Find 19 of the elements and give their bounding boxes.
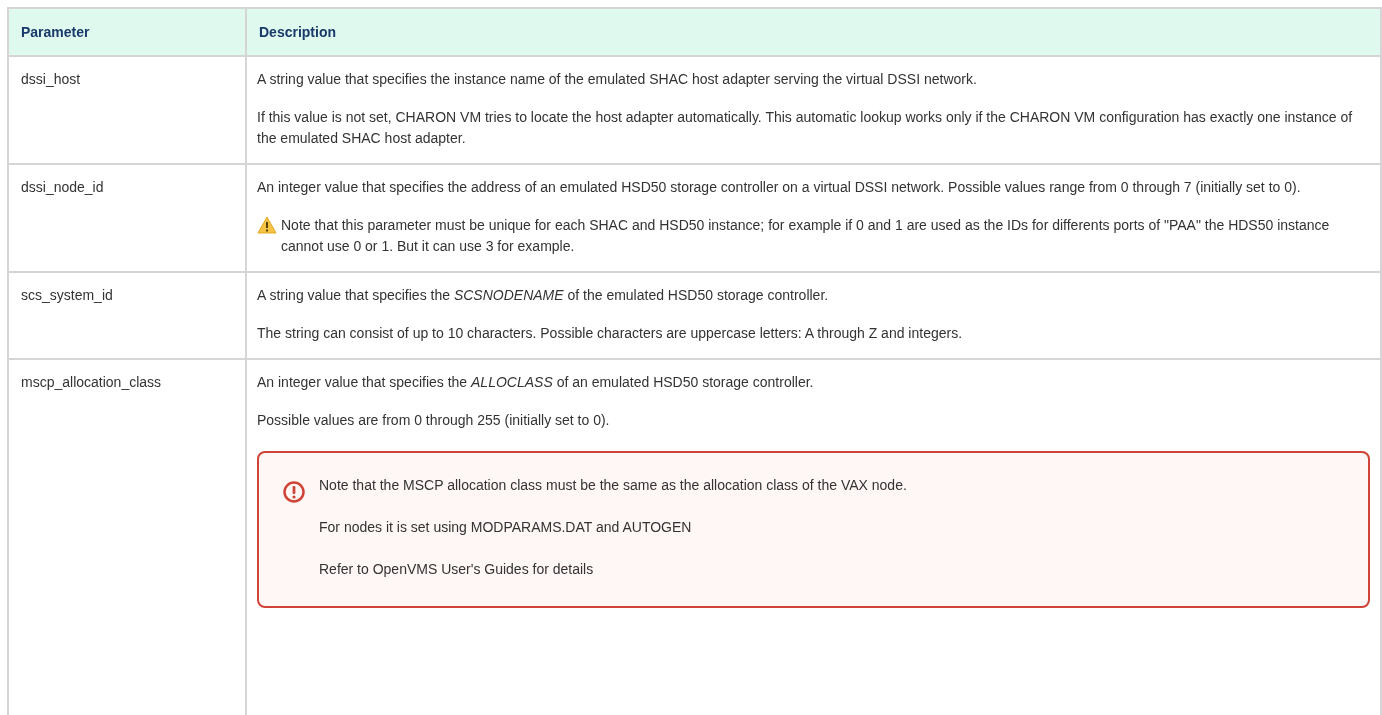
parameter-cell: dssi_host [8,56,246,164]
error-note-text: Refer to OpenVMS User's Guides for details [319,560,595,579]
error-icon [283,481,305,503]
warning-text: Note that this parameter must be unique for each SHAC and HSD50 instance; for example if 0 and 1 are used as the IDs for differents ports of "PAA" the HDS50 instance cannot use 0 or 1. But it can use 3 for example. [281,216,1331,256]
parameter-cell: mscp_allocation_class [8,359,246,715]
parameter-cell: scs_system_id [8,272,246,359]
description-text: The string can consist of up to 10 characters. Possible characters are uppercase letters: A through Z and integers. [257,324,964,343]
description-text: An integer value that specifies the ALLOCLASS of an emulated HSD50 storage controller. [257,373,815,392]
column-header: Description [246,8,1381,56]
column-header: Parameter [8,8,246,56]
description-text: Possible values are from 0 through 255 (initially set to 0). [257,411,611,430]
description-text: A string value that specifies the instance name of the emulated SHAC host adapter serving the virtual DSSI network. [257,70,978,89]
error-note-text: For nodes it is set using MODPARAMS.DAT and AUTOGEN [319,518,693,537]
parameter-cell: dssi_node_id [8,164,246,272]
description-text: An integer value that specifies the address of an emulated HSD50 storage controller on a virtual DSSI network. Possible values range from 0 through 7 (initially set to 0). [257,178,1302,197]
warning-icon [257,216,277,234]
description-text: If this value is not set, CHARON VM tries to locate the host adapter automatically. This automatic lookup works only if the CHARON VM configuration has exactly one instance of the emulated SHAC host adapter. [257,108,1354,148]
error-note-text: Note that the MSCP allocation class must be the same as the allocation class of the VAX node. [319,476,907,495]
description-text: A string value that specifies the SCSNODENAME of the emulated HSD50 storage controller. [257,286,830,305]
